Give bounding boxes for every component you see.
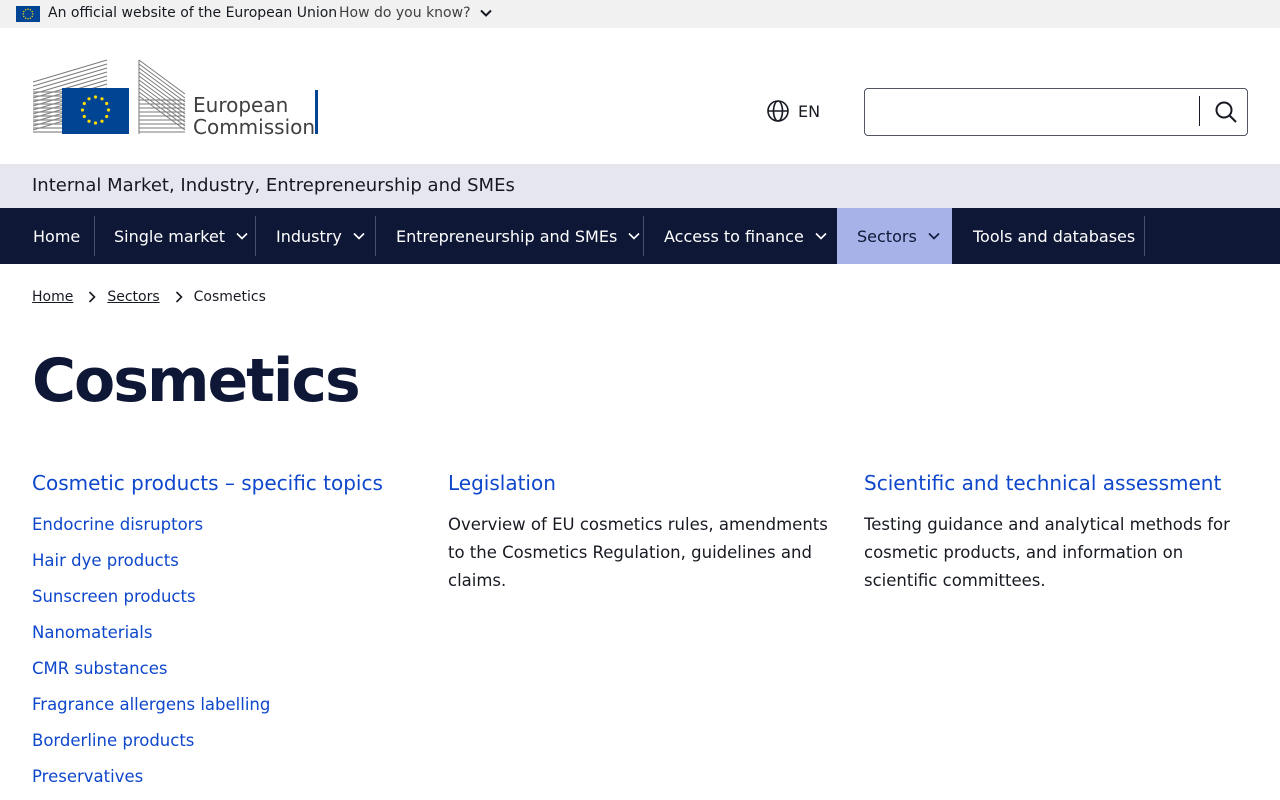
site-name-bar: Internal Market, Industry, Entrepreneurs… [0, 164, 1280, 208]
logo-text-line2: Commission [193, 115, 315, 136]
official-site-text: An official website of the European Unio… [48, 5, 338, 21]
main-navigation: Home Single market Industry Entrepreneur… [0, 208, 1280, 264]
breadcrumb-current: Cosmetics [193, 289, 266, 305]
nav-label: Tools and databases [973, 226, 1136, 246]
column-heading-scientific-assessment[interactable]: Scientific and technical assessment [864, 470, 1248, 496]
topic-link-cmr-substances[interactable]: CMR substances [32, 651, 416, 687]
column-specific-topics: Cosmetic products – specific topics Endo… [32, 470, 416, 795]
column-heading-legislation[interactable]: Legislation [448, 470, 832, 496]
legislation-description: Overview of EU cosmetics rules, amendmen… [448, 515, 828, 590]
topic-link-endocrine-disruptors[interactable]: Endocrine disruptors [32, 511, 416, 539]
site-name[interactable]: Internal Market, Industry, Entrepreneurs… [32, 175, 515, 196]
page-title: Cosmetics [32, 346, 361, 416]
globe-icon [767, 100, 789, 122]
search-form [864, 88, 1248, 136]
scientific-assessment-description: Testing guidance and analytical methods … [864, 515, 1230, 590]
chevron-down-icon [236, 232, 248, 240]
chevron-right-icon [175, 291, 183, 303]
language-selector[interactable]: EN [766, 99, 820, 123]
breadcrumb-home[interactable]: Home [32, 289, 73, 305]
nav-item-tools-and-databases[interactable]: Tools and databases [973, 208, 1135, 264]
breadcrumb: Home Sectors Cosmetics [32, 289, 266, 305]
nav-label: Access to finance [664, 226, 804, 246]
eu-flag-icon [16, 6, 40, 22]
search-divider [1199, 96, 1200, 126]
nav-separator [94, 216, 95, 256]
nav-label: Home [33, 226, 81, 246]
nav-item-home[interactable]: Home [33, 208, 80, 264]
column-heading-specific-topics[interactable]: Cosmetic products – specific topics [32, 470, 416, 496]
nav-item-access-to-finance[interactable]: Access to finance [664, 208, 828, 264]
language-code: EN [798, 101, 821, 121]
topic-link-borderline-products[interactable]: Borderline products [32, 723, 416, 759]
site-header: European Commission EN [0, 28, 1280, 164]
search-input[interactable] [865, 89, 1201, 135]
chevron-right-icon [89, 291, 96, 303]
topic-link-hair-dye-products[interactable]: Hair dye products [32, 543, 416, 579]
nav-item-industry[interactable]: Industry [276, 208, 366, 264]
ec-logo-icon: European Commission [32, 59, 318, 139]
nav-item-sectors[interactable]: Sectors [837, 208, 952, 264]
topic-link-preservatives[interactable]: Preservatives [32, 759, 416, 795]
column-scientific-assessment: Scientific and technical assessment Test… [864, 470, 1248, 595]
chevron-down-icon [353, 232, 365, 240]
nav-label: Industry [276, 226, 342, 246]
logo-text-line1: European [193, 93, 288, 117]
chevron-down-icon [815, 232, 827, 240]
nav-separator [255, 216, 256, 256]
nav-item-single-market[interactable]: Single market [114, 208, 249, 264]
column-legislation: Legislation Overview of EU cosmetics rul… [448, 470, 832, 595]
eu-official-banner: An official website of the European Unio… [0, 0, 1280, 28]
how-do-you-know-label: How do you know? [339, 5, 471, 21]
topic-list: Endocrine disruptors Hair dye products S… [32, 511, 416, 795]
nav-separator [643, 216, 644, 256]
search-icon [1215, 101, 1237, 123]
chevron-down-icon [479, 9, 492, 17]
nav-label: Sectors [857, 226, 917, 246]
european-commission-logo[interactable]: European Commission [32, 58, 322, 139]
breadcrumb-sectors[interactable]: Sectors [107, 289, 159, 305]
search-button[interactable] [1205, 89, 1247, 135]
topic-link-fragrance-allergens[interactable]: Fragrance allergens labelling [32, 687, 416, 723]
nav-item-entrepreneurship[interactable]: Entrepreneurship and SMEs [396, 208, 641, 264]
how-do-you-know-toggle[interactable]: How do you know? [339, 5, 493, 21]
nav-label: Single market [114, 226, 226, 246]
nav-separator [1144, 216, 1145, 256]
chevron-down-icon [928, 232, 940, 240]
nav-separator [375, 216, 376, 256]
nav-label: Entrepreneurship and SMEs [396, 226, 618, 246]
topic-link-sunscreen-products[interactable]: Sunscreen products [32, 579, 416, 615]
topic-link-nanomaterials[interactable]: Nanomaterials [32, 615, 416, 651]
chevron-down-icon [628, 232, 640, 240]
